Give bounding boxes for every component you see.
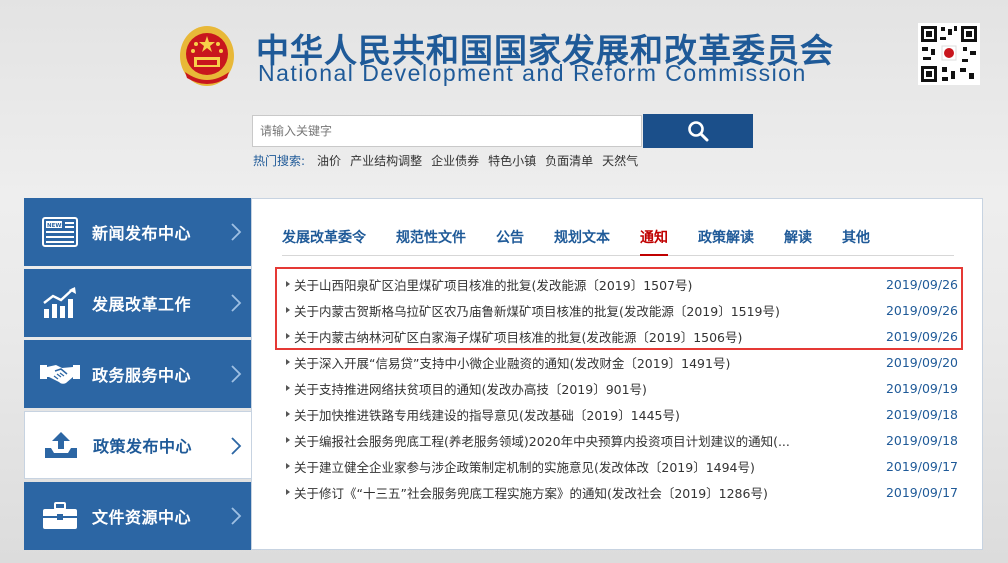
sidebar-item-label: 政策发布中心 — [93, 437, 193, 456]
national-emblem-logo — [177, 22, 237, 88]
growth-chart-icon — [30, 287, 90, 319]
chevron-right-icon — [231, 294, 242, 312]
bullet-icon — [286, 359, 290, 365]
tab-planning-texts[interactable]: 规划文本 — [554, 221, 610, 255]
bullet-icon — [286, 281, 290, 287]
search-icon — [688, 121, 709, 142]
search-button[interactable] — [643, 114, 753, 148]
notice-date: 2019/09/20 — [885, 354, 958, 370]
news-icon: NEWS — [30, 217, 90, 247]
notice-date: 2019/09/17 — [885, 484, 958, 500]
notice-title[interactable]: 关于加快推进铁路专用线建设的指导意见(发改基础〔2019〕1445号) — [294, 405, 868, 424]
content-panel: 发展改革委令 规范性文件 公告 规划文本 通知 政策解读 解读 其他 关于山西阳… — [251, 198, 983, 550]
sidebar-item-label: 新闻发布中心 — [92, 224, 192, 243]
notice-list: 关于山西阳泉矿区泊里煤矿项目核准的批复(发改能源〔2019〕1507号) 201… — [286, 271, 958, 505]
list-item[interactable]: 关于内蒙古纳林河矿区白家海子煤矿项目核准的批复(发改能源〔2019〕1506号)… — [286, 323, 958, 349]
hot-search-label: 热门搜索: — [253, 154, 306, 168]
notice-title[interactable]: 关于编报社会服务兜底工程(养老服务领域)2020年中央预算内投资项目计划建议的通… — [294, 431, 868, 450]
tab-reform-orders[interactable]: 发展改革委令 — [282, 221, 366, 255]
bullet-icon — [286, 333, 290, 339]
svg-text:NEWS: NEWS — [47, 223, 65, 229]
upload-tray-icon — [31, 430, 91, 460]
chevron-right-icon — [231, 437, 242, 455]
bullet-icon — [286, 307, 290, 313]
notice-title[interactable]: 关于修订《“十三五”社会服务兜底工程实施方案》的通知(发改社会〔2019〕128… — [294, 483, 868, 502]
tab-normative-docs[interactable]: 规范性文件 — [396, 221, 466, 255]
sidebar-item-label: 发展改革工作 — [92, 295, 192, 314]
tab-other[interactable]: 其他 — [842, 221, 870, 255]
tab-notices[interactable]: 通知 — [640, 221, 668, 256]
hot-search-term[interactable]: 负面清单 — [545, 152, 593, 169]
bullet-icon — [286, 385, 290, 391]
sidebar-item-file-resources[interactable]: 文件资源中心 — [24, 482, 252, 550]
notice-title[interactable]: 关于内蒙古贺斯格乌拉矿区农乃庙鲁新煤矿项目核准的批复(发改能源〔2019〕151… — [294, 301, 868, 320]
notice-date: 2019/09/26 — [885, 276, 958, 292]
tab-interpretation[interactable]: 解读 — [784, 221, 812, 255]
hot-search-term[interactable]: 特色小镇 — [488, 152, 536, 169]
bullet-icon — [286, 411, 290, 417]
search-input[interactable] — [253, 116, 641, 146]
list-item[interactable]: 关于山西阳泉矿区泊里煤矿项目核准的批复(发改能源〔2019〕1507号) 201… — [286, 271, 958, 297]
notice-title[interactable]: 关于支持推进网络扶贫项目的通知(发改办高技〔2019〕901号) — [294, 379, 868, 398]
sidebar-item-news-center[interactable]: NEWS 新闻发布中心 — [24, 198, 252, 266]
sidebar-item-service-center[interactable]: 政务服务中心 — [24, 340, 252, 408]
chevron-right-icon — [231, 507, 242, 525]
list-item[interactable]: 关于深入开展“信易贷”支持中小微企业融资的通知(发改财金〔2019〕1491号)… — [286, 349, 958, 375]
qr-code-icon[interactable] — [918, 23, 980, 85]
list-item[interactable]: 关于支持推进网络扶贫项目的通知(发改办高技〔2019〕901号) 2019/09… — [286, 375, 958, 401]
search-box — [252, 115, 642, 147]
sidebar-nav: NEWS 新闻发布中心 发展改革工作 政务服务中心 政策发布中心 文件资源中心 — [24, 198, 252, 553]
chevron-right-icon — [231, 365, 242, 383]
hot-search-term[interactable]: 油价 — [317, 152, 341, 169]
sidebar-item-label: 政务服务中心 — [92, 366, 192, 385]
sidebar-item-reform-work[interactable]: 发展改革工作 — [24, 269, 252, 337]
briefcase-icon — [30, 501, 90, 531]
site-title-english: National Development and Reform Commissi… — [258, 60, 807, 86]
hot-search-term[interactable]: 天然气 — [602, 152, 638, 169]
notice-title[interactable]: 关于内蒙古纳林河矿区白家海子煤矿项目核准的批复(发改能源〔2019〕1506号) — [294, 327, 868, 346]
notice-date: 2019/09/18 — [885, 432, 958, 448]
tab-policy-interpretation[interactable]: 政策解读 — [698, 221, 754, 255]
bullet-icon — [286, 463, 290, 469]
notice-date: 2019/09/18 — [885, 406, 958, 422]
notice-date: 2019/09/26 — [885, 302, 958, 318]
bullet-icon — [286, 489, 290, 495]
notice-date: 2019/09/17 — [885, 458, 958, 474]
category-tabs: 发展改革委令 规范性文件 公告 规划文本 通知 政策解读 解读 其他 — [282, 221, 954, 256]
notice-title[interactable]: 关于深入开展“信易贷”支持中小微企业融资的通知(发改财金〔2019〕1491号) — [294, 353, 868, 372]
sidebar-item-label: 文件资源中心 — [92, 508, 192, 527]
list-item[interactable]: 关于内蒙古贺斯格乌拉矿区农乃庙鲁新煤矿项目核准的批复(发改能源〔2019〕151… — [286, 297, 958, 323]
hot-search-term[interactable]: 产业结构调整 — [350, 152, 422, 169]
chevron-right-icon — [231, 223, 242, 241]
bullet-icon — [286, 437, 290, 443]
sidebar-item-policy-center[interactable]: 政策发布中心 — [24, 411, 252, 479]
list-item[interactable]: 关于建立健全企业家参与涉企政策制定机制的实施意见(发改体改〔2019〕1494号… — [286, 453, 958, 479]
list-item[interactable]: 关于编报社会服务兜底工程(养老服务领域)2020年中央预算内投资项目计划建议的通… — [286, 427, 958, 453]
hot-search-term[interactable]: 企业债券 — [431, 152, 479, 169]
notice-title[interactable]: 关于建立健全企业家参与涉企政策制定机制的实施意见(发改体改〔2019〕1494号… — [294, 457, 868, 476]
notice-date: 2019/09/26 — [885, 328, 958, 344]
notice-title[interactable]: 关于山西阳泉矿区泊里煤矿项目核准的批复(发改能源〔2019〕1507号) — [294, 275, 868, 294]
list-item[interactable]: 关于加快推进铁路专用线建设的指导意见(发改基础〔2019〕1445号) 2019… — [286, 401, 958, 427]
hot-search-bar: 热门搜索: 油价 产业结构调整 企业债券 特色小镇 负面清单 天然气 — [253, 152, 647, 169]
tab-announcements[interactable]: 公告 — [496, 221, 524, 255]
list-item[interactable]: 关于修订《“十三五”社会服务兜底工程实施方案》的通知(发改社会〔2019〕128… — [286, 479, 958, 505]
handshake-icon — [30, 361, 90, 387]
notice-date: 2019/09/19 — [885, 380, 958, 396]
